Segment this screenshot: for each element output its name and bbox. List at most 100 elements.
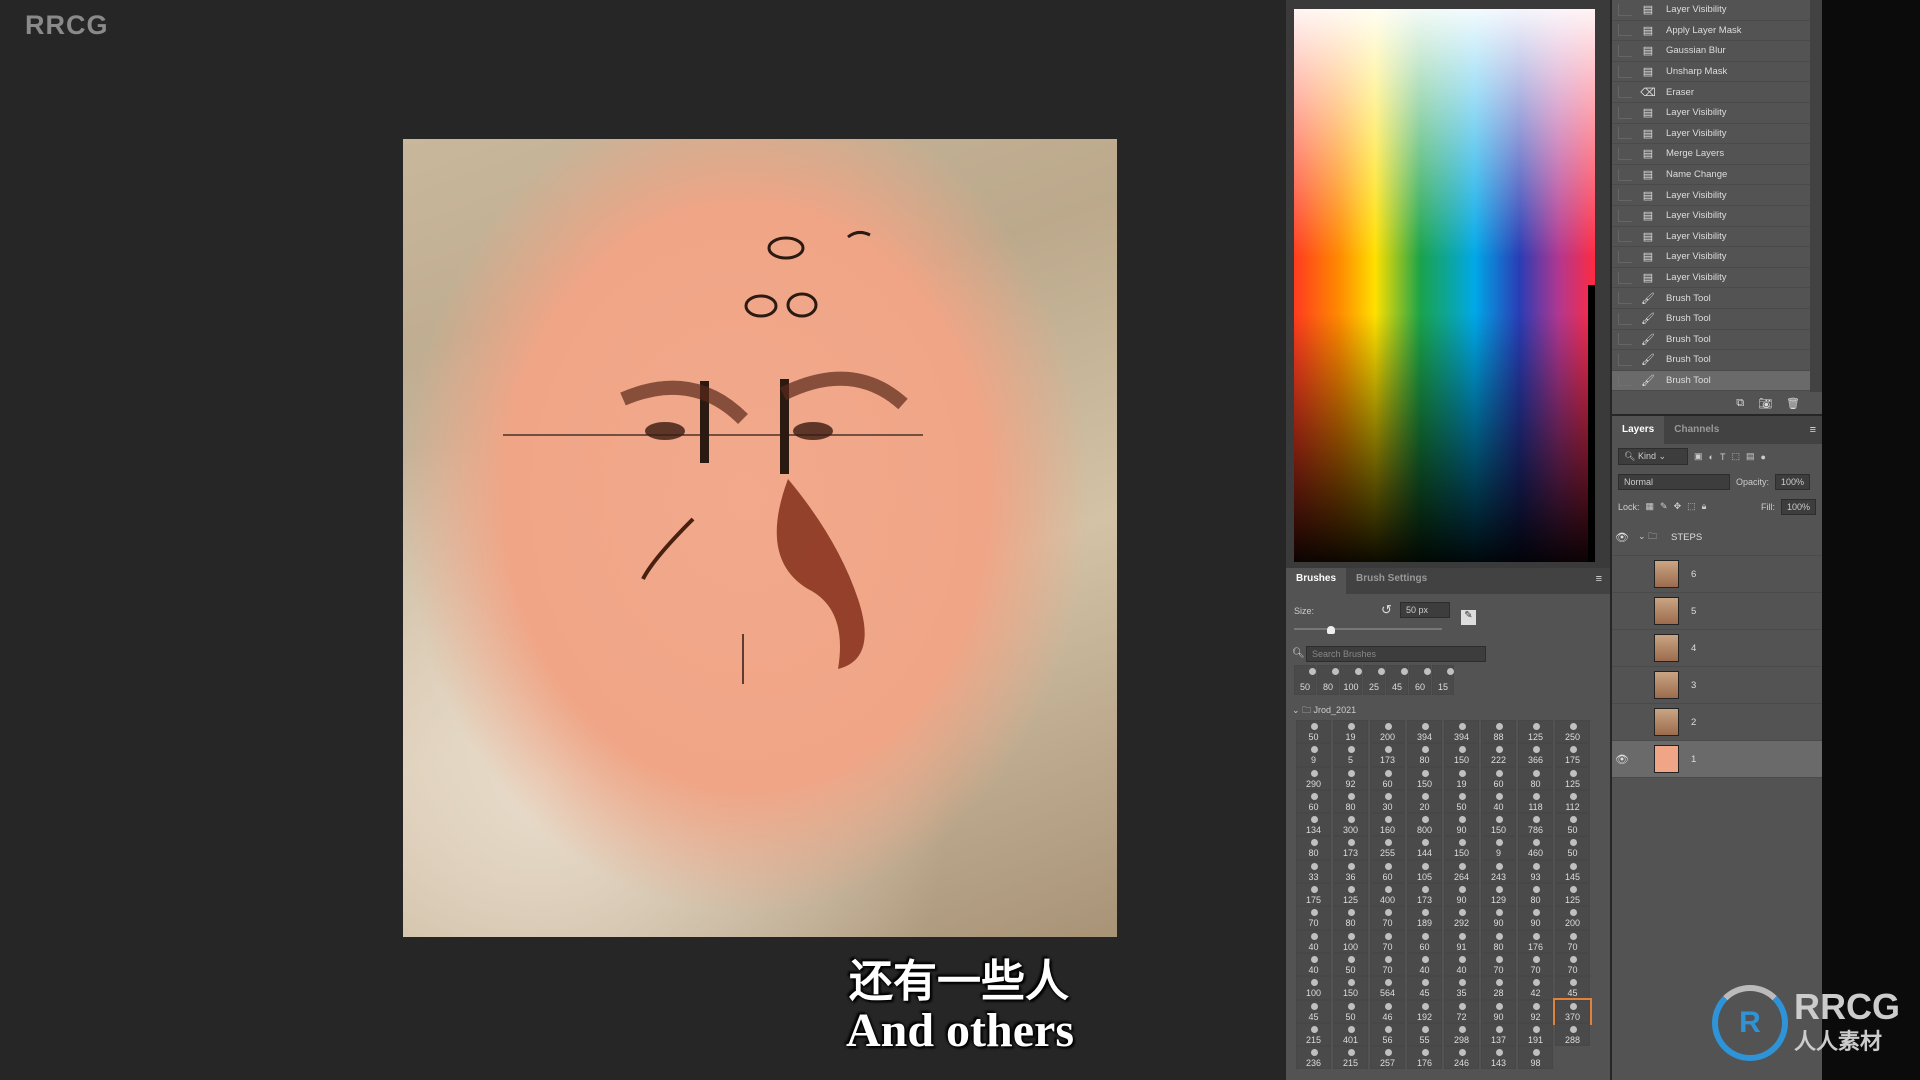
filter-shape-icon[interactable]: ⬚ xyxy=(1731,451,1740,462)
size-slider[interactable] xyxy=(1294,626,1442,634)
lock-position-icon[interactable]: ✥ xyxy=(1674,501,1682,512)
history-item[interactable]: 🖌︎ Brush Tool xyxy=(1612,350,1810,371)
brush-preset[interactable]: 290 xyxy=(1296,766,1331,790)
document-canvas[interactable] xyxy=(403,139,1117,937)
snapshot-checkbox[interactable] xyxy=(1618,86,1632,99)
camera-snapshot-icon[interactable]: 📷︎ xyxy=(1758,397,1772,410)
history-item[interactable]: 🖌︎ Brush Tool xyxy=(1612,309,1810,330)
snapshot-checkbox[interactable] xyxy=(1618,209,1632,222)
brush-preset[interactable]: 36 xyxy=(1333,859,1368,884)
snapshot-checkbox[interactable] xyxy=(1618,292,1632,305)
opacity-input[interactable]: 100% xyxy=(1775,473,1811,490)
recent-brush[interactable]: 25 xyxy=(1363,665,1385,695)
history-item[interactable]: ▤ Layer Visibility xyxy=(1612,0,1810,21)
lock-all-icon[interactable]: 🔒︎ xyxy=(1702,501,1707,512)
brush-preset[interactable]: 80 xyxy=(1518,883,1553,907)
snapshot-checkbox[interactable] xyxy=(1618,312,1632,325)
history-item[interactable]: 🖌︎ Brush Tool xyxy=(1612,370,1810,392)
history-item[interactable]: 🖌︎ Brush Tool xyxy=(1612,288,1810,309)
recent-brush[interactable]: 80 xyxy=(1317,665,1339,695)
slider-thumb[interactable] xyxy=(1327,626,1335,634)
size-input[interactable]: 50 px xyxy=(1400,602,1450,618)
filter-toggle-icon[interactable]: ● xyxy=(1760,452,1765,462)
color-spectrum-picker[interactable] xyxy=(1294,9,1595,562)
history-item[interactable]: ▤ Layer Visibility xyxy=(1612,185,1810,206)
brush-preset[interactable]: 160 xyxy=(1370,813,1405,837)
snapshot-checkbox[interactable] xyxy=(1618,333,1632,346)
brush-preset[interactable]: 394 xyxy=(1444,720,1479,744)
brush-preset[interactable]: 90 xyxy=(1518,906,1553,930)
reset-size-icon[interactable]: ↺ xyxy=(1381,602,1392,618)
brush-preset[interactable]: 5 xyxy=(1333,743,1368,767)
layer-row[interactable]: 4 xyxy=(1612,630,1822,667)
layer-row[interactable]: 3 xyxy=(1612,667,1822,704)
eye-icon[interactable]: 👁︎ xyxy=(1612,753,1632,766)
filter-smart-object-icon[interactable]: ▤ xyxy=(1746,451,1755,462)
brush-preset[interactable]: 70 xyxy=(1370,906,1405,930)
brush-preset[interactable]: 460 xyxy=(1518,836,1553,860)
brush-preset[interactable]: 394 xyxy=(1407,720,1442,744)
brush-preset[interactable]: 150 xyxy=(1407,766,1442,790)
brush-preset[interactable]: 50 xyxy=(1555,836,1590,860)
brush-preset[interactable]: 150 xyxy=(1444,743,1479,767)
brush-preset-icon[interactable]: ✎ xyxy=(1461,610,1476,625)
new-document-from-state-icon[interactable]: ⧉ xyxy=(1736,397,1744,410)
history-item[interactable]: ▤ Gaussian Blur xyxy=(1612,41,1810,62)
brush-preset[interactable]: 50 xyxy=(1555,813,1590,837)
brush-preset[interactable]: 60 xyxy=(1296,789,1331,814)
color-swatch-strip[interactable] xyxy=(1588,285,1595,562)
brush-preset[interactable]: 50 xyxy=(1296,720,1331,744)
brush-preset[interactable]: 144 xyxy=(1407,836,1442,860)
brush-preset[interactable]: 112 xyxy=(1555,789,1590,814)
brush-preset[interactable]: 264 xyxy=(1444,859,1479,884)
brush-preset[interactable]: 250 xyxy=(1555,720,1590,744)
snapshot-checkbox[interactable] xyxy=(1618,147,1632,160)
history-item[interactable]: ▤ Layer Visibility xyxy=(1612,206,1810,227)
brush-preset[interactable]: 80 xyxy=(1296,836,1331,860)
history-item[interactable]: ▤ Merge Layers xyxy=(1612,144,1810,165)
snapshot-checkbox[interactable] xyxy=(1618,168,1632,181)
history-item[interactable]: ▤ Unsharp Mask xyxy=(1612,62,1810,83)
brush-preset[interactable]: 80 xyxy=(1333,789,1368,814)
history-item[interactable]: ▤ Apply Layer Mask xyxy=(1612,21,1810,42)
history-scrollbar[interactable] xyxy=(1810,0,1822,392)
history-item[interactable]: ⌫ Eraser xyxy=(1612,82,1810,103)
layer-group-steps[interactable]: 👁︎ ⌄ 🗀 STEPS xyxy=(1612,519,1822,556)
brush-preset[interactable]: 70 xyxy=(1296,906,1331,930)
snapshot-checkbox[interactable] xyxy=(1618,106,1632,119)
snapshot-checkbox[interactable] xyxy=(1618,189,1632,202)
search-brushes-input[interactable]: Search Brushes xyxy=(1306,646,1486,662)
brush-preset[interactable]: 129 xyxy=(1481,883,1516,907)
layer-row[interactable]: 👁︎ 1 xyxy=(1612,741,1822,778)
recent-brush[interactable]: 50 xyxy=(1294,665,1316,695)
brush-preset[interactable]: 173 xyxy=(1407,883,1442,907)
brush-preset[interactable]: 19 xyxy=(1444,766,1479,790)
layer-row[interactable]: 2 xyxy=(1612,704,1822,741)
snapshot-checkbox[interactable] xyxy=(1618,24,1632,37)
snapshot-checkbox[interactable] xyxy=(1618,374,1632,387)
brush-preset[interactable]: 173 xyxy=(1333,836,1368,860)
snapshot-checkbox[interactable] xyxy=(1618,127,1632,140)
layer-row[interactable]: 6 xyxy=(1612,556,1822,593)
brush-preset[interactable]: 150 xyxy=(1481,813,1516,837)
brush-preset[interactable]: 125 xyxy=(1555,883,1590,907)
snapshot-checkbox[interactable] xyxy=(1618,250,1632,263)
recent-brush[interactable]: 60 xyxy=(1409,665,1431,695)
snapshot-checkbox[interactable] xyxy=(1618,353,1632,366)
brush-preset[interactable]: 175 xyxy=(1296,883,1331,907)
brush-preset[interactable]: 222 xyxy=(1481,743,1516,767)
brush-preset[interactable]: 33 xyxy=(1296,859,1331,884)
brush-preset[interactable]: 60 xyxy=(1481,766,1516,790)
brush-preset[interactable]: 9 xyxy=(1481,836,1516,860)
history-item[interactable]: ▤ Name Change xyxy=(1612,165,1810,186)
snapshot-checkbox[interactable] xyxy=(1618,271,1632,284)
snapshot-checkbox[interactable] xyxy=(1618,65,1632,78)
brush-preset[interactable]: 60 xyxy=(1370,859,1405,884)
lock-image-icon[interactable]: ✎ xyxy=(1660,501,1668,512)
brush-preset[interactable]: 88 xyxy=(1481,720,1516,744)
brush-preset[interactable]: 90 xyxy=(1444,813,1479,837)
filter-adjustment-icon[interactable]: ◐ xyxy=(1709,452,1714,462)
recent-brush[interactable]: 45 xyxy=(1386,665,1408,695)
layer-row[interactable]: 5 xyxy=(1612,593,1822,630)
brush-preset[interactable]: 173 xyxy=(1370,743,1405,767)
